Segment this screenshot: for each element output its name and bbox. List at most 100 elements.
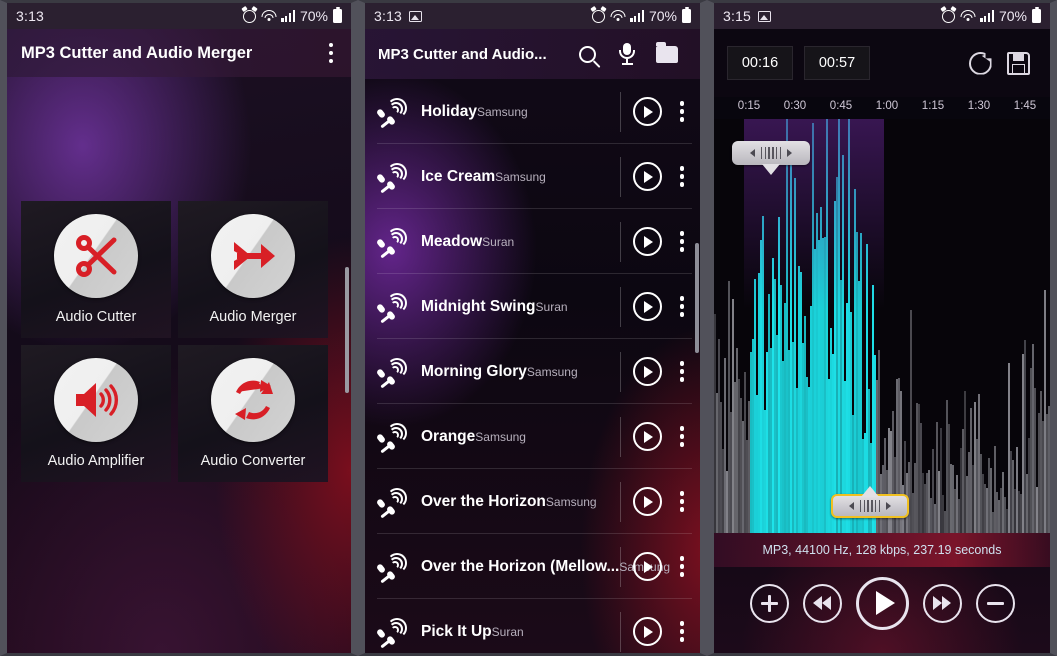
play-button[interactable]: [632, 422, 662, 451]
play-button[interactable]: [632, 357, 662, 386]
track-title: Meadow: [421, 232, 483, 250]
play-button[interactable]: [632, 97, 662, 126]
file-info-bar: MP3, 44100 Hz, 128 kbps, 237.19 seconds: [714, 533, 1050, 567]
divider: [619, 611, 621, 652]
play-icon: [875, 591, 895, 615]
tile-audio-converter[interactable]: Audio Converter: [178, 345, 328, 482]
alarm-icon: [592, 9, 606, 23]
start-time-field[interactable]: 00:16: [727, 46, 793, 80]
track-title: Midnight Swing: [421, 297, 536, 315]
track-meta: Morning GlorySamsung: [421, 363, 620, 381]
divider: [619, 351, 621, 392]
tile-audio-merger[interactable]: Audio Merger: [178, 201, 328, 338]
track-title: Holiday: [421, 102, 477, 120]
row-overflow-icon[interactable]: [676, 160, 689, 193]
track-title: Over the Horizon (Mellow...: [421, 557, 620, 575]
list-item[interactable]: MeadowSuran: [365, 209, 700, 274]
list-item[interactable]: Pick It UpSuran: [365, 599, 700, 653]
play-button[interactable]: [855, 576, 909, 630]
app-title: MP3 Cutter and Audio...: [378, 45, 547, 63]
zoom-out-button[interactable]: [975, 583, 1015, 623]
tile-label: Audio Merger: [209, 309, 297, 325]
zoom-in-button[interactable]: [749, 583, 789, 623]
forward-button[interactable]: [922, 583, 962, 623]
alarm-icon: [243, 9, 257, 23]
list-item[interactable]: Over the Horizon (Mellow...Samsung: [365, 534, 700, 599]
row-overflow-icon[interactable]: [676, 225, 689, 258]
ringtone-icon: [377, 487, 407, 518]
three-phone-screenshot-composite: 3:13 70% MP3 Cutter and Audio Merger Aud…: [0, 0, 1057, 656]
ruler-tick: 1:15: [921, 100, 945, 112]
track-title: Ice Cream: [421, 167, 496, 185]
selection-start-handle[interactable]: [732, 141, 810, 175]
row-overflow-icon[interactable]: [676, 290, 689, 323]
list-item[interactable]: Ice CreamSamsung: [365, 144, 700, 209]
scissors-icon: [54, 214, 138, 298]
minus-icon: [986, 601, 1004, 605]
track-meta: Over the Horizon (Mellow...Samsung: [421, 557, 670, 576]
row-overflow-icon[interactable]: [676, 485, 689, 518]
row-overflow-icon[interactable]: [676, 355, 689, 388]
row-overflow-icon[interactable]: [676, 95, 689, 128]
row-overflow-icon[interactable]: [676, 550, 689, 583]
list-item[interactable]: Midnight SwingSuran: [365, 274, 700, 339]
overflow-menu-icon[interactable]: [325, 37, 338, 70]
track-artist: Samsung: [495, 169, 546, 184]
ringtone-icon: [377, 292, 407, 323]
tile-audio-cutter[interactable]: Audio Cutter: [21, 201, 171, 338]
track-list[interactable]: HolidaySamsung Ice CreamSamsung MeadowSura…: [365, 79, 700, 653]
ringtone-icon: [377, 552, 407, 583]
signal-icon: [980, 10, 994, 22]
scrollbar[interactable]: [695, 243, 699, 353]
rewind-button[interactable]: [802, 583, 842, 623]
reset-button[interactable]: [961, 44, 999, 82]
tile-label: Audio Amplifier: [47, 453, 145, 469]
save-icon: [1006, 51, 1030, 75]
track-artist: Suran: [482, 234, 515, 249]
marker-pointer: [762, 164, 780, 175]
browse-folder-button[interactable]: [647, 34, 687, 74]
time-ruler: 0:15 0:30 0:45 1:00 1:15 1:30 1:45: [714, 97, 1050, 119]
phone-panel-audio-editor: 3:15 70% 00:16 00:57 0:15 0:30 0:45 1:00 1:1…: [707, 0, 1057, 656]
search-button[interactable]: [567, 34, 607, 74]
ringtone-icon: [377, 162, 407, 193]
play-button[interactable]: [632, 227, 662, 256]
feature-grid: Audio Cutter Audio Merger Audio Amplifie…: [21, 201, 328, 482]
scrollbar[interactable]: [345, 267, 349, 393]
chevron-left-icon: [749, 149, 755, 157]
status-time: 3:13: [16, 8, 45, 24]
save-button[interactable]: [999, 44, 1037, 82]
play-button[interactable]: [632, 162, 662, 191]
divider: [619, 221, 621, 262]
end-time-field[interactable]: 00:57: [804, 46, 870, 80]
ringtone-icon: [377, 227, 407, 258]
play-button[interactable]: [632, 552, 662, 581]
waveform-canvas[interactable]: [714, 119, 1050, 533]
ruler-tick: 1:30: [967, 100, 991, 112]
tile-audio-amplifier[interactable]: Audio Amplifier: [21, 345, 171, 482]
merge-arrow-icon: [211, 214, 295, 298]
voice-search-button[interactable]: [607, 34, 647, 74]
divider: [619, 546, 621, 587]
play-button[interactable]: [632, 292, 662, 321]
list-item[interactable]: Over the HorizonSamsung: [365, 469, 700, 534]
play-button[interactable]: [632, 617, 662, 646]
track-meta: HolidaySamsung: [421, 103, 620, 121]
ringtone-icon: [377, 357, 407, 388]
battery-icon: [333, 6, 342, 23]
track-meta: Pick It UpSuran: [421, 623, 620, 641]
row-overflow-icon[interactable]: [676, 420, 689, 453]
chevron-right-icon: [787, 149, 793, 157]
play-icon: [644, 170, 653, 183]
list-item[interactable]: HolidaySamsung: [365, 79, 700, 144]
play-button[interactable]: [632, 487, 662, 516]
list-item[interactable]: Morning GlorySamsung: [365, 339, 700, 404]
ruler-tick: 0:30: [783, 100, 807, 112]
selection-end-handle[interactable]: [831, 486, 909, 518]
list-item[interactable]: OrangeSamsung: [365, 404, 700, 469]
row-overflow-icon[interactable]: [676, 615, 689, 648]
waveform[interactable]: [714, 119, 1050, 533]
track-meta: Midnight SwingSuran: [421, 298, 620, 316]
tile-label: Audio Cutter: [55, 309, 137, 325]
ruler-tick: 0:45: [829, 100, 853, 112]
